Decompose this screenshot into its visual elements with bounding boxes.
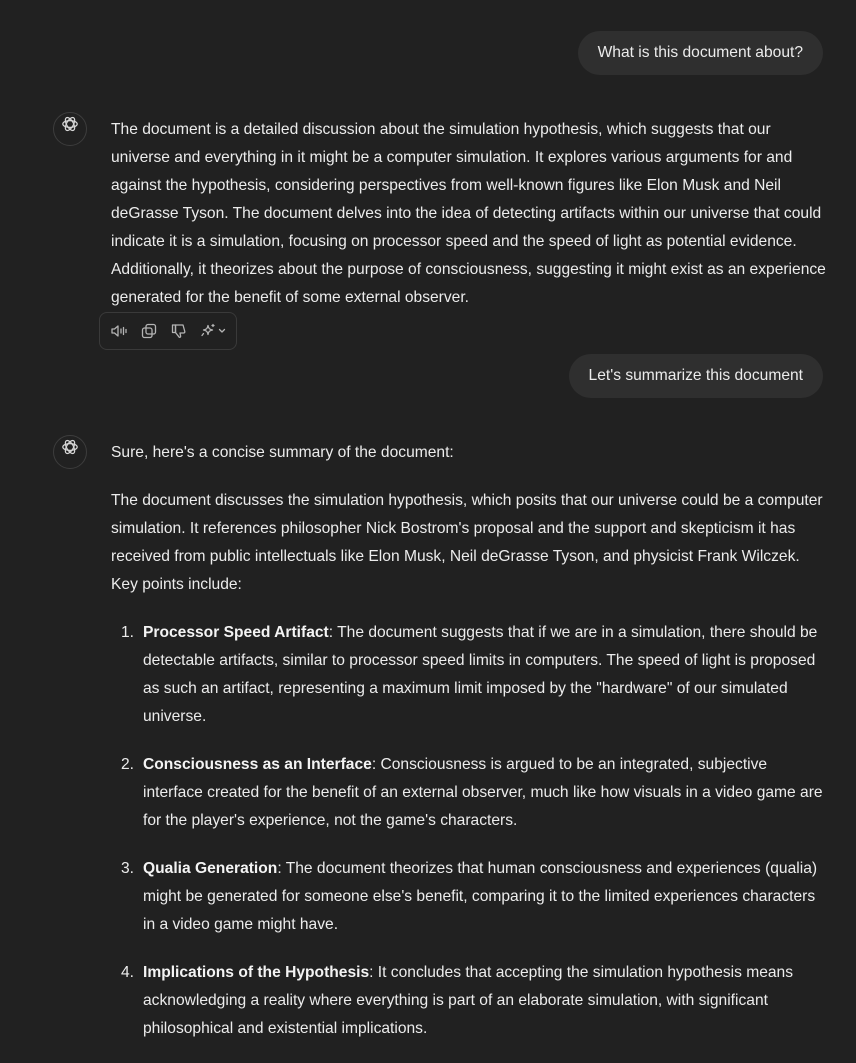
user-message-bubble: What is this document about? bbox=[577, 31, 823, 75]
user-message-bubble: Let's summarize this document bbox=[568, 354, 823, 398]
list-item: 3. Qualia Generation: The document theori… bbox=[111, 855, 827, 939]
list-item-title: Consciousness as an Interface bbox=[143, 756, 372, 773]
chat-page: What is this document about? The documen… bbox=[0, 0, 856, 1063]
regenerate-sparkle-icon[interactable] bbox=[200, 322, 228, 340]
list-item: 1. Processor Speed Artifact: The document… bbox=[111, 619, 827, 731]
read-aloud-icon[interactable] bbox=[110, 322, 128, 340]
summary-intro: Sure, here's a concise summary of the do… bbox=[111, 444, 454, 461]
list-item-title: Qualia Generation bbox=[143, 860, 278, 877]
list-item: 2. Consciousness as an Interface: Conscio… bbox=[111, 751, 827, 835]
assistant-message: The document is a detailed discussion ab… bbox=[111, 116, 827, 312]
list-item-number: 4. bbox=[121, 964, 135, 981]
assistant-message-text: The document is a detailed discussion ab… bbox=[111, 121, 826, 306]
assistant-message: Sure, here's a concise summary of the do… bbox=[111, 439, 827, 1063]
assistant-avatar bbox=[53, 435, 87, 469]
list-item-title: Implications of the Hypothesis bbox=[143, 964, 370, 981]
thumbs-down-icon[interactable] bbox=[170, 322, 188, 340]
openai-logo-icon bbox=[60, 437, 80, 467]
list-item: 4. Implications of the Hypothesis: It con… bbox=[111, 959, 827, 1043]
list-item-title: Processor Speed Artifact bbox=[143, 624, 329, 641]
summary-lead: The document discusses the simulation hy… bbox=[111, 492, 823, 593]
key-points-list: 1. Processor Speed Artifact: The document… bbox=[111, 619, 827, 1043]
user-message-text: Let's summarize this document bbox=[588, 367, 803, 384]
list-item-number: 3. bbox=[121, 860, 135, 877]
message-action-bar bbox=[99, 312, 237, 350]
copy-icon[interactable] bbox=[140, 322, 158, 340]
list-item-number: 2. bbox=[121, 756, 135, 773]
openai-logo-icon bbox=[60, 114, 80, 144]
list-item-number: 1. bbox=[121, 624, 135, 641]
chevron-down-icon bbox=[218, 328, 226, 333]
assistant-avatar bbox=[53, 112, 87, 146]
user-message-text: What is this document about? bbox=[597, 44, 803, 61]
